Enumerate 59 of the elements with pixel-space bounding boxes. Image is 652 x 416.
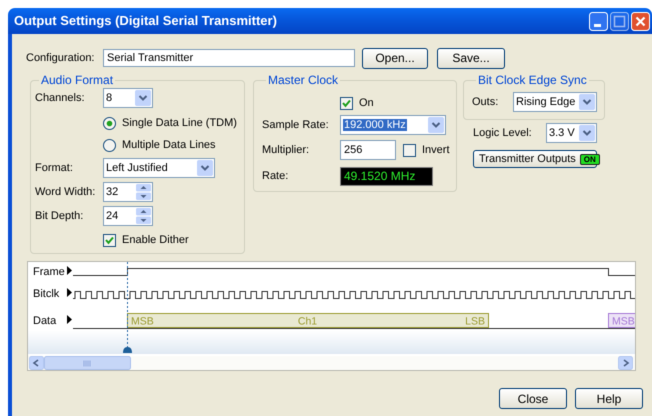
segment-label: MSB <box>612 316 635 328</box>
window-title: Output Settings (Digital Serial Transmitter) <box>14 12 277 30</box>
sample-rate-dropdown[interactable]: 192.000 kHz <box>340 115 446 135</box>
segment-label: Ch1 <box>298 316 318 328</box>
signal-label: Data <box>33 315 56 327</box>
radio-button[interactable] <box>103 138 116 152</box>
group-title: Bit Clock Edge Sync <box>477 73 588 87</box>
dialog-button[interactable]: Open... <box>362 48 428 68</box>
checkbox-label[interactable]: On <box>359 94 374 112</box>
checkbox-label[interactable]: Invert <box>422 142 450 158</box>
word-width-spinner[interactable]: 32 <box>103 182 153 202</box>
field-label: Outs: <box>472 94 500 110</box>
checkbox[interactable] <box>103 234 116 246</box>
field-label: Sample Rate: <box>262 118 330 133</box>
configuration-field[interactable]: Serial Transmitter <box>103 49 355 67</box>
maximize-button[interactable] <box>610 12 629 30</box>
dialog-button[interactable]: Save... <box>437 48 505 68</box>
field-label: Multiplier: <box>262 142 310 158</box>
cursor-marker[interactable] <box>123 262 132 353</box>
scroll-thumb[interactable] <box>44 356 131 370</box>
expand-arrow-icon[interactable] <box>67 315 72 324</box>
group-title: Master Clock <box>267 73 340 87</box>
close-button[interactable] <box>631 12 650 30</box>
logic-level-dropdown[interactable]: 3.3 V <box>546 123 597 143</box>
segment-label: LSB <box>465 316 485 328</box>
checkbox[interactable] <box>340 96 353 110</box>
bit-depth-spinner[interactable]: 24 <box>103 206 153 226</box>
multiplier-field[interactable]: 256 <box>340 140 396 160</box>
radio-label[interactable]: Single Data Line (TDM) <box>122 114 237 132</box>
field-label: Channels: <box>35 90 86 106</box>
radio-button[interactable] <box>103 116 116 130</box>
expand-arrow-icon[interactable] <box>67 266 72 275</box>
checkbox-label[interactable]: Enable Dither <box>122 232 189 248</box>
expand-arrow-icon[interactable] <box>67 288 72 297</box>
transmitter-outputs-button[interactable]: Transmitter Outputs ON <box>473 150 597 168</box>
signal-label: Bitclk <box>33 288 60 300</box>
field-label: Word Width: <box>35 184 96 200</box>
outs-dropdown[interactable]: Rising Edge <box>513 92 597 112</box>
on-indicator: ON <box>580 154 600 164</box>
dialog-button[interactable]: Help <box>575 388 643 409</box>
field-label: Configuration: <box>26 50 96 66</box>
rate-display: 49.1520 MHz <box>340 166 433 186</box>
field-label: Format: <box>35 160 74 176</box>
field-label: Bit Depth: <box>35 208 84 224</box>
group-title: Audio Format <box>40 73 114 87</box>
segment-label: MSB <box>131 316 154 328</box>
dialog-button[interactable]: Close <box>499 388 567 409</box>
checkbox[interactable] <box>403 144 416 156</box>
format-dropdown[interactable]: Left Justified <box>103 158 215 178</box>
scroll-left-button[interactable] <box>29 356 44 370</box>
channels-dropdown[interactable]: 8 <box>103 88 153 108</box>
field-label: Logic Level: <box>473 126 533 141</box>
spinner-arrows-icon <box>136 184 151 200</box>
radio-label[interactable]: Multiple Data Lines <box>122 136 216 154</box>
field-label: Rate: <box>262 168 290 184</box>
signal-label: Frame <box>33 266 65 278</box>
scroll-right-button[interactable] <box>618 356 633 370</box>
spinner-arrows-icon <box>136 208 151 224</box>
minimize-button[interactable] <box>589 12 608 30</box>
